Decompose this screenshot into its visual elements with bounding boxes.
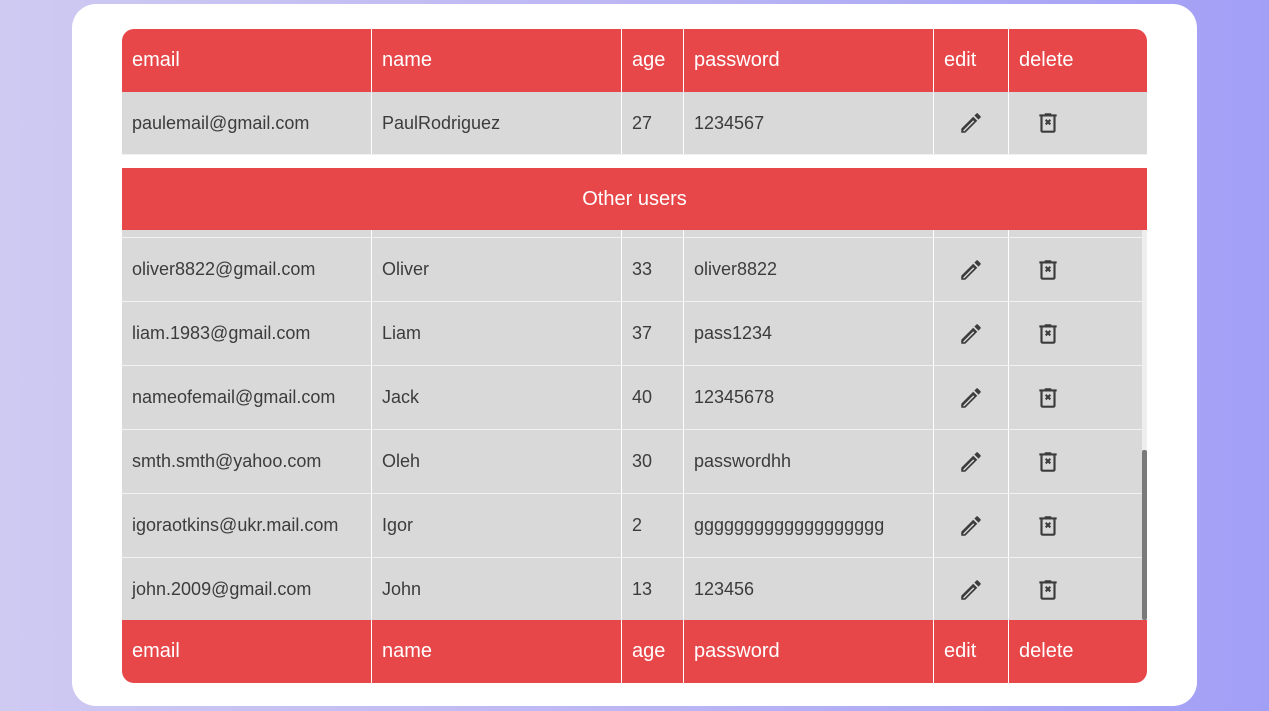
header-password: password [684, 29, 934, 92]
delete-cell [1009, 238, 1142, 301]
table-footer-header: email name age password edit delete [122, 620, 1147, 683]
edit-cell [934, 230, 1009, 237]
table-row: john.2009@gmail.com John 13 123456 [122, 558, 1142, 620]
trash-x-icon[interactable] [1035, 449, 1061, 475]
pencil-icon[interactable] [958, 257, 984, 283]
edit-cell [934, 302, 1009, 365]
edit-cell [934, 238, 1009, 301]
pencil-icon[interactable] [958, 449, 984, 475]
cell-age: 13 [622, 558, 684, 620]
trash-x-icon[interactable] [1035, 110, 1061, 136]
trash-x-icon[interactable] [1035, 257, 1061, 283]
header-name: name [372, 29, 622, 92]
other-users-banner: Other users [122, 168, 1147, 230]
cell-name [372, 230, 622, 237]
delete-cell [1009, 302, 1142, 365]
cell-name: Oliver [372, 238, 622, 301]
cell-email: liam.1983@gmail.com [122, 302, 372, 365]
other-users-list[interactable]: oliver8822@gmail.com Oliver 33 oliver8822 li… [122, 230, 1147, 620]
edit-cell [934, 366, 1009, 429]
cell-email: smth.smth@yahoo.com [122, 430, 372, 493]
footer-delete: delete [1019, 640, 1074, 662]
table-row: nameofemail@gmail.com Jack 40 12345678 [122, 366, 1142, 430]
cell-password: 1234567 [684, 92, 934, 154]
cell-email: nameofemail@gmail.com [122, 366, 372, 429]
delete-cell [1009, 494, 1142, 557]
delete-cell [1009, 230, 1142, 237]
edit-cell [934, 494, 1009, 557]
cell-name: John [372, 558, 622, 620]
cell-age [622, 230, 684, 237]
current-user-row: paulemail@gmail.com PaulRodriguez 27 123… [122, 92, 1147, 155]
cell-password [684, 230, 934, 237]
header-edit: edit [934, 29, 1009, 92]
footer-age: age [622, 620, 684, 683]
table-row: oliver8822@gmail.com Oliver 33 oliver8822 [122, 238, 1142, 302]
footer-email: email [122, 620, 372, 683]
current-user-table: email name age password edit delete paul… [122, 29, 1147, 155]
cell-name: Liam [372, 302, 622, 365]
trash-x-icon[interactable] [1035, 385, 1061, 411]
cell-age: 37 [622, 302, 684, 365]
pencil-icon[interactable] [958, 321, 984, 347]
edit-cell [934, 558, 1009, 620]
table-row: smth.smth@yahoo.com Oleh 30 passwordhh [122, 430, 1142, 494]
cell-password: oliver8822 [684, 238, 934, 301]
header-delete: delete [1019, 49, 1074, 71]
cell-age: 2 [622, 494, 684, 557]
footer-edit: edit [934, 620, 1009, 683]
users-table-footer: email name age password edit delete [122, 620, 1147, 683]
delete-cell [1009, 92, 1147, 154]
cell-name: PaulRodriguez [372, 92, 622, 154]
cell-email: paulemail@gmail.com [122, 92, 372, 154]
cell-name: Jack [372, 366, 622, 429]
table-row: igoraotkins@ukr.mail.com Igor 2 ggggggggggg… [122, 494, 1142, 558]
header-age: age [622, 29, 684, 92]
cell-age: 30 [622, 430, 684, 493]
header-email: email [122, 29, 372, 92]
cell-name: Igor [372, 494, 622, 557]
cell-password: ggggggggggggggggggg [684, 494, 934, 557]
footer-name: name [372, 620, 622, 683]
table-row [122, 230, 1142, 238]
cell-email [122, 230, 372, 237]
cell-password: pass1234 [684, 302, 934, 365]
edit-cell [934, 92, 1009, 154]
edit-cell [934, 430, 1009, 493]
cell-age: 40 [622, 366, 684, 429]
cell-email: oliver8822@gmail.com [122, 238, 372, 301]
cell-password: passwordhh [684, 430, 934, 493]
cell-email: igoraotkins@ukr.mail.com [122, 494, 372, 557]
trash-x-icon[interactable] [1035, 577, 1061, 603]
delete-cell [1009, 430, 1142, 493]
trash-x-icon[interactable] [1035, 513, 1061, 539]
footer-password: password [684, 620, 934, 683]
cell-age: 27 [622, 92, 684, 154]
pencil-icon[interactable] [958, 110, 984, 136]
table-header: email name age password edit delete [122, 29, 1147, 92]
cell-password: 123456 [684, 558, 934, 620]
pencil-icon[interactable] [958, 577, 984, 603]
table-row: liam.1983@gmail.com Liam 37 pass1234 [122, 302, 1142, 366]
pencil-icon[interactable] [958, 385, 984, 411]
scrollbar-thumb[interactable] [1142, 450, 1147, 620]
cell-email: john.2009@gmail.com [122, 558, 372, 620]
pencil-icon[interactable] [958, 513, 984, 539]
delete-cell [1009, 558, 1142, 620]
trash-x-icon[interactable] [1035, 321, 1061, 347]
users-table-body: oliver8822@gmail.com Oliver 33 oliver8822 li… [122, 230, 1142, 620]
delete-cell [1009, 366, 1142, 429]
cell-name: Oleh [372, 430, 622, 493]
cell-password: 12345678 [684, 366, 934, 429]
cell-age: 33 [622, 238, 684, 301]
